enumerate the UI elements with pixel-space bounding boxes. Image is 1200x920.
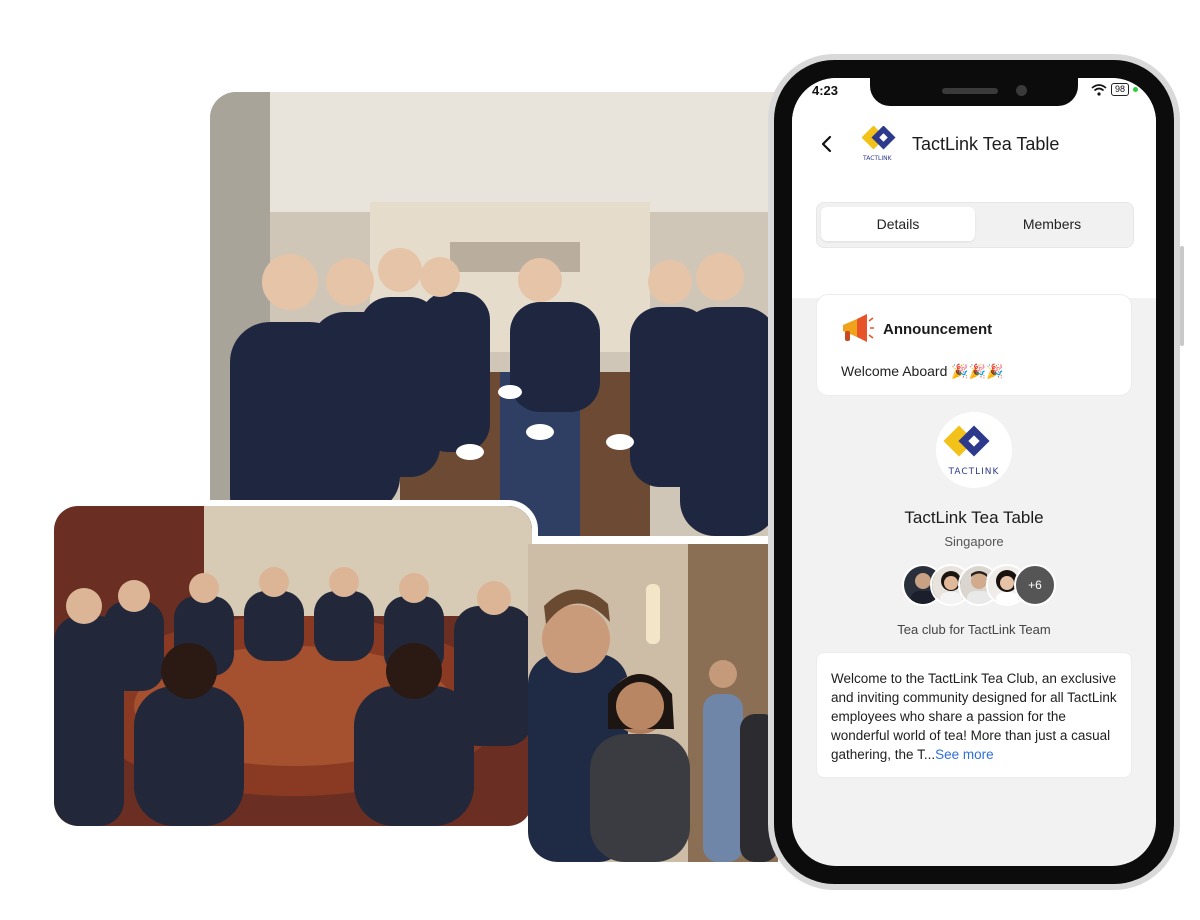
page-title: TactLink Tea Table — [912, 134, 1060, 154]
see-more-link[interactable]: See more — [935, 747, 994, 762]
more-members-badge: +6 — [1014, 564, 1056, 606]
club-tagline: Tea club for TactLink Team — [897, 622, 1051, 637]
svg-text:TACTLINK: TACTLINK — [862, 155, 893, 162]
app-header: TACTLINK TactLink Tea Table Details Memb… — [792, 104, 1156, 298]
back-arrow-icon — [821, 135, 832, 153]
notch-speaker — [942, 88, 998, 94]
club-logo-icon: TACTLINK — [936, 412, 1012, 488]
photo-tea-meeting — [210, 92, 778, 536]
tab-details[interactable]: Details — [821, 207, 975, 241]
status-icons: 98 — [1091, 83, 1138, 96]
phone-notch — [870, 78, 1078, 106]
privacy-indicator — [1133, 87, 1138, 92]
club-name: TactLink Tea Table — [904, 508, 1044, 527]
announcement-card: Announcement Welcome Aboard 🎉🎉🎉 — [816, 294, 1132, 396]
phone-screen: 4:23 98 TACTLINK TactLink Tea Table Deta… — [792, 78, 1156, 866]
photo-round-table-meeting — [48, 500, 538, 832]
wifi-icon — [1091, 83, 1107, 96]
tab-bar: Details Members — [816, 202, 1134, 248]
photo-networking — [528, 544, 778, 862]
battery-icon: 98 — [1110, 83, 1129, 96]
club-location: Singapore — [944, 534, 1004, 549]
phone-side-button — [1180, 246, 1184, 346]
megaphone-icon — [843, 314, 874, 342]
svg-text:TACTLINK: TACTLINK — [948, 467, 1000, 477]
announcement-text: Welcome Aboard 🎉🎉🎉 — [841, 363, 1004, 379]
tab-members[interactable]: Members — [975, 207, 1129, 241]
member-avatars[interactable]: +6 — [902, 564, 1062, 606]
status-time: 4:23 — [812, 83, 839, 98]
about-card: Welcome to the TactLink Tea Club, an exc… — [816, 652, 1132, 778]
notch-camera — [1016, 85, 1027, 96]
back-button[interactable] — [814, 132, 838, 156]
announcement-title: Announcement — [883, 321, 993, 338]
about-text: Welcome to the TactLink Tea Club, an exc… — [831, 669, 1121, 764]
phone-mockup: 4:23 98 TACTLINK TactLink Tea Table Deta… — [768, 54, 1184, 890]
tactlink-logo-icon: TACTLINK — [862, 126, 896, 162]
